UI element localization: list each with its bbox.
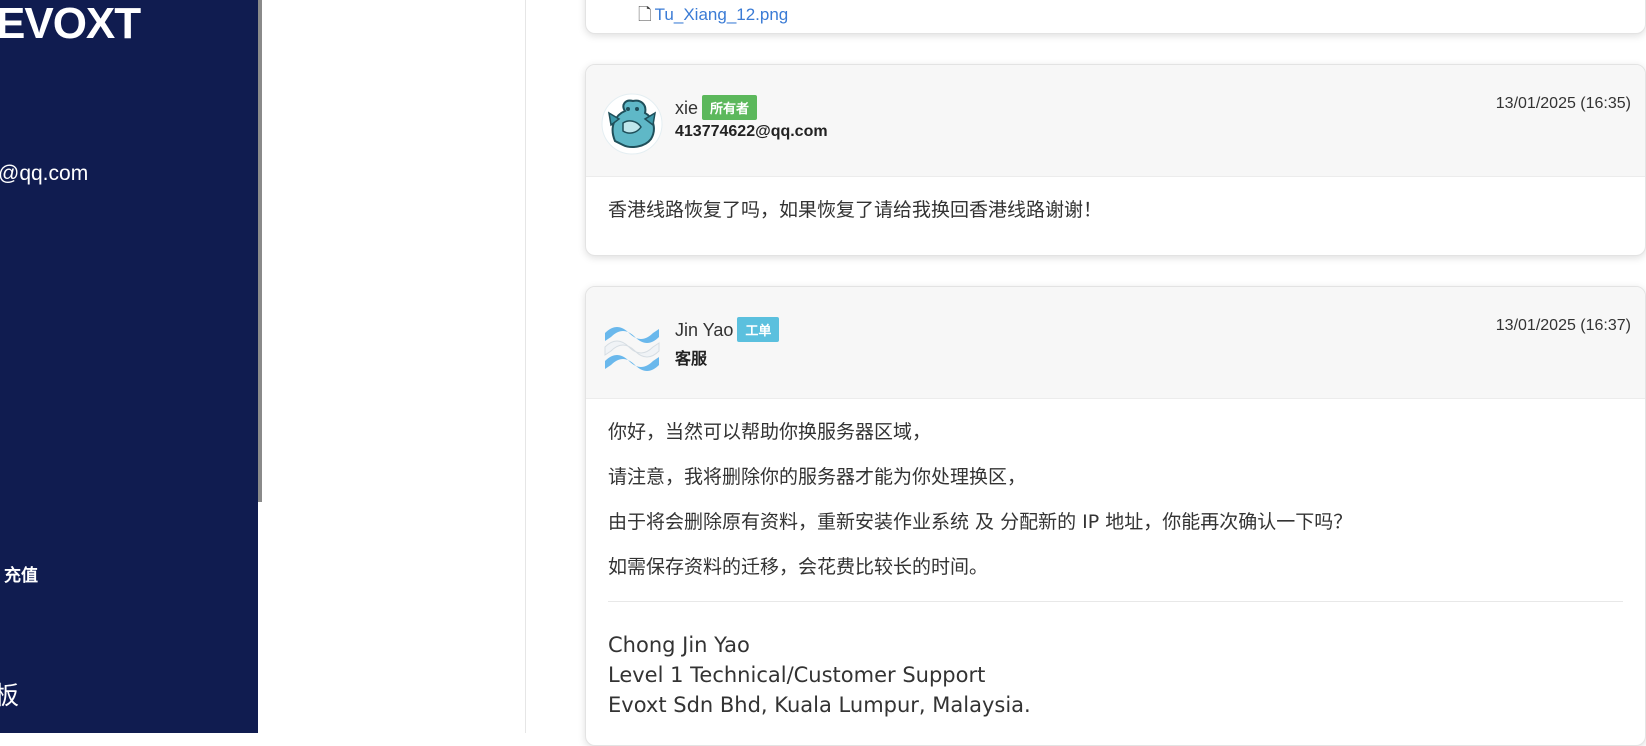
reply-date: 13/01/2025 (16:37) — [1495, 317, 1631, 334]
attachment-link[interactable]: 🗋 Tu_Xiang_12.png — [638, 2, 788, 31]
reply-author: xie 所有者 — [675, 95, 758, 120]
sidebar-item-recharge[interactable]: 充值 — [4, 561, 38, 586]
file-icon: 🗋 — [638, 5, 652, 24]
author-name: xie — [675, 98, 699, 118]
message-line: 你好，当然可以帮助你换服务器区域， — [608, 421, 932, 443]
reply-card-staff: Jin Yao 工单 客服 13/01/2025 (16:37) 你好，当然可以帮… — [585, 286, 1646, 746]
author-email: 413774622@qq.com — [675, 123, 828, 140]
sidebar-item-panel[interactable]: 板 — [0, 676, 19, 712]
reply-header: Jin Yao 工单 客服 13/01/2025 (16:37) — [586, 287, 1645, 399]
waves-logo-icon — [604, 327, 660, 371]
reply-card-owner: xie 所有者 413774622@qq.com 13/01/2025 (16:3… — [585, 64, 1646, 256]
staff-badge: 工单 — [737, 317, 780, 342]
signature-divider — [608, 601, 1623, 602]
previous-reply-card: 🗋 Tu_Xiang_12.png — [585, 0, 1646, 34]
reply-header: xie 所有者 413774622@qq.com 13/01/2025 (16:3… — [586, 65, 1645, 177]
message-line: 请注意，我将删除你的服务器才能为你处理换区， — [608, 466, 1027, 488]
sidebar-user-email: @qq.com — [0, 162, 89, 185]
signature-name: Chong Jin Yao — [608, 633, 750, 657]
author-name: Jin Yao — [675, 320, 734, 340]
dragon-avatar — [601, 93, 663, 155]
reply-message: 香港线路恢复了吗，如果恢复了请给我换回香港线路谢谢！ — [586, 177, 1645, 222]
reply-message: 你好，当然可以帮助你换服务器区域， 请注意，我将删除你的服务器才能为你处理换区，… — [586, 399, 1645, 720]
sidebar: EVOXT @qq.com 充值 板 — [0, 0, 258, 733]
attachment-filename: Tu_Xiang_12.png — [654, 5, 789, 24]
sidebar-scrollbar[interactable] — [258, 0, 262, 502]
author-role: 客服 — [675, 351, 708, 368]
brand-logo[interactable]: EVOXT — [0, 2, 141, 46]
owner-badge: 所有者 — [702, 95, 758, 120]
signature-title: Level 1 Technical/Customer Support — [608, 663, 986, 687]
signature-company: Evoxt Sdn Bhd, Kuala Lumpur, Malaysia. — [608, 693, 1031, 717]
message-text: 香港线路恢复了吗，如果恢复了请给我换回香港线路谢谢！ — [608, 199, 1103, 221]
column-divider — [525, 0, 526, 733]
reply-author: Jin Yao 工单 — [675, 317, 780, 342]
message-line: 由于将会删除原有资料，重新安装作业系统 及 分配新的 IP 地址，你能再次确认一… — [608, 511, 1353, 533]
message-line: 如需保存资料的迁移，会花费比较长的时间。 — [608, 556, 989, 578]
reply-date: 13/01/2025 (16:35) — [1495, 95, 1631, 112]
signature: Chong Jin Yao Level 1 Technical/Customer… — [608, 630, 1623, 720]
